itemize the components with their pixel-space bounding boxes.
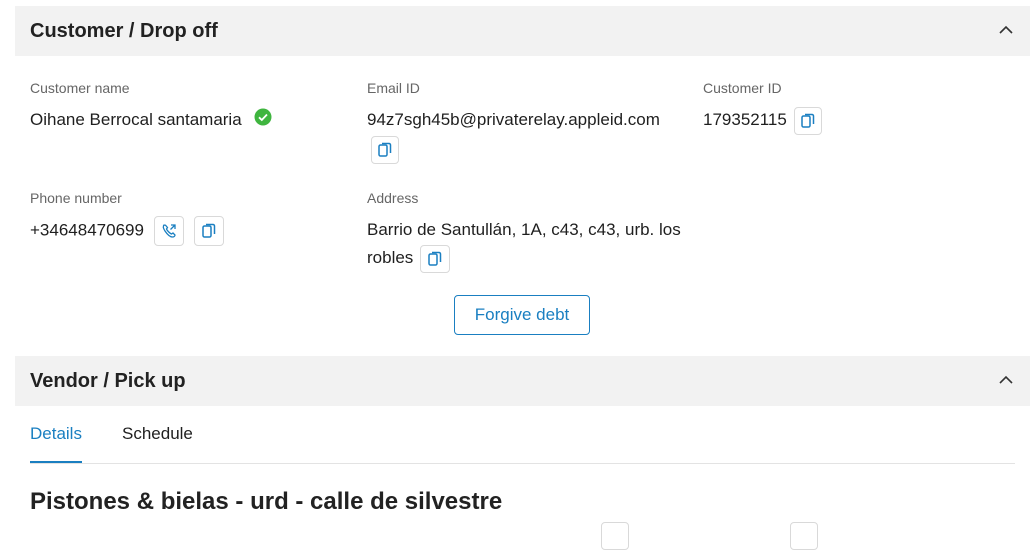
vendor-section-title: Vendor / Pick up <box>30 369 186 392</box>
vendor-name: Pistones & bielas - urd - calle de silve… <box>30 488 503 515</box>
copy-customer-id-button[interactable] <box>793 106 822 135</box>
forgive-debt-button[interactable]: Forgive debt <box>454 295 590 335</box>
tab-schedule[interactable]: Schedule <box>122 424 193 444</box>
phone-field: Phone number +34648470699 <box>30 189 225 246</box>
copy-icon <box>202 223 216 238</box>
address-line1: Barrio de Santullán, 1A, c43, c43, urb. … <box>367 220 681 239</box>
vendor-tabs: Details Schedule <box>30 415 1015 464</box>
call-phone-button[interactable] <box>153 216 184 246</box>
copy-address-button[interactable] <box>420 244 451 273</box>
customer-section-header[interactable]: Customer / Drop off <box>15 6 1030 56</box>
customer-name-field: Customer name Oihane Berrocal santamaria <box>30 79 272 135</box>
phone-value: +34648470699 <box>30 220 144 240</box>
copy-icon <box>800 113 814 128</box>
customer-name-label: Customer name <box>30 80 130 96</box>
phone-label: Phone number <box>30 190 122 206</box>
tab-details[interactable]: Details <box>30 424 82 444</box>
copy-phone-button[interactable] <box>194 216 225 246</box>
customer-id-field: Customer ID 179352115 <box>703 79 822 135</box>
copy-email-button[interactable] <box>371 136 399 164</box>
customer-id-value: 179352115 <box>703 110 787 129</box>
chevron-up-icon[interactable] <box>996 369 1016 389</box>
address-label: Address <box>367 190 419 206</box>
email-value: 94z7sgh45b@privaterelay.appleid.com <box>367 110 660 129</box>
address-field: Address Barrio de Santullán, 1A, c43, c4… <box>367 189 697 273</box>
email-label: Email ID <box>367 80 420 96</box>
email-field: Email ID 94z7sgh45b@privaterelay.appleid… <box>367 79 687 164</box>
copy-icon <box>378 142 392 157</box>
copy-icon <box>428 251 442 266</box>
address-line2: robles <box>367 248 414 267</box>
copy-icon[interactable] <box>790 522 818 550</box>
customer-id-label: Customer ID <box>703 80 782 96</box>
customer-section-title: Customer / Drop off <box>30 19 218 42</box>
verified-check-icon <box>254 107 272 135</box>
copy-icon[interactable] <box>601 522 629 550</box>
vendor-section-header[interactable]: Vendor / Pick up <box>15 356 1030 406</box>
customer-name-value: Oihane Berrocal santamaria <box>30 110 242 129</box>
chevron-up-icon[interactable] <box>996 19 1016 39</box>
phone-call-icon <box>162 224 176 238</box>
active-tab-indicator <box>30 461 82 463</box>
